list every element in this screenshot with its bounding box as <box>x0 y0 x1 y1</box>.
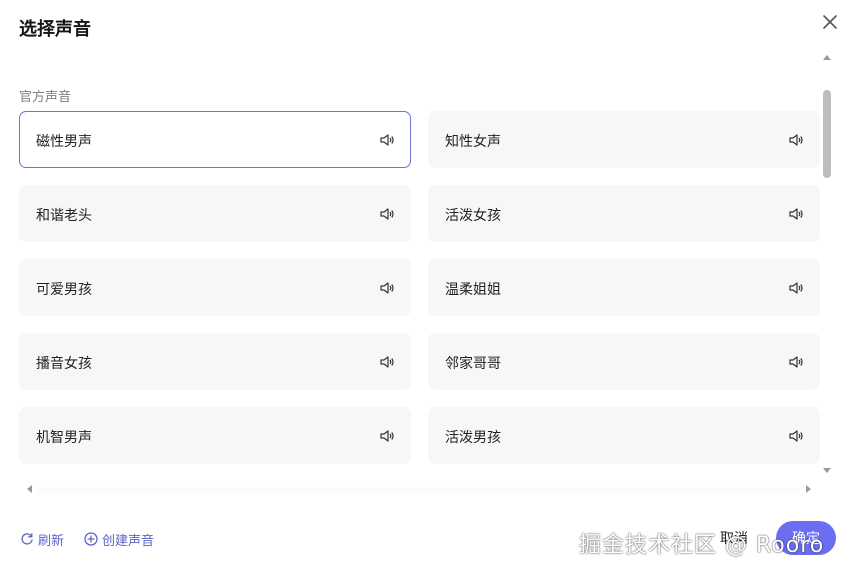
voice-card-8[interactable]: 机智男声 <box>19 407 411 464</box>
voice-card-5[interactable]: 温柔姐姐 <box>428 259 820 316</box>
voice-label: 可爱男孩 <box>36 282 92 298</box>
dialog-title: 选择声音 <box>19 19 91 40</box>
voice-label: 机智男声 <box>36 430 92 446</box>
voice-label: 温柔姐姐 <box>445 282 501 298</box>
horizontal-scrollbar-track[interactable] <box>38 487 800 493</box>
scroll-down-arrow-icon[interactable] <box>822 465 832 475</box>
cancel-button[interactable]: 取消 <box>708 522 760 554</box>
create-voice-label: 创建声音 <box>102 533 155 549</box>
voice-card-1[interactable]: 知性女声 <box>428 111 820 168</box>
voice-grid: 磁性男声 知性女声 和谐老头 活泼女孩 可爱男孩 温柔姐姐 播音女孩 邻家哥哥 … <box>19 111 821 468</box>
scroll-left-arrow-icon[interactable] <box>25 484 35 494</box>
speaker-icon[interactable] <box>379 428 395 444</box>
speaker-icon[interactable] <box>788 132 804 148</box>
scroll-up-arrow-icon[interactable] <box>822 53 832 63</box>
voice-label: 磁性男声 <box>36 134 92 150</box>
voice-card-0[interactable]: 磁性男声 <box>19 111 411 168</box>
refresh-icon <box>21 533 33 545</box>
vertical-scrollbar-thumb[interactable] <box>823 90 831 178</box>
speaker-icon[interactable] <box>379 354 395 370</box>
voice-label: 活泼男孩 <box>445 430 501 446</box>
speaker-icon[interactable] <box>788 280 804 296</box>
voice-card-4[interactable]: 可爱男孩 <box>19 259 411 316</box>
speaker-icon[interactable] <box>788 428 804 444</box>
voice-card-3[interactable]: 活泼女孩 <box>428 185 820 242</box>
speaker-icon[interactable] <box>379 280 395 296</box>
create-voice-button[interactable]: 创建声音 <box>84 530 155 549</box>
scroll-right-arrow-icon[interactable] <box>803 484 813 494</box>
voice-card-2[interactable]: 和谐老头 <box>19 185 411 242</box>
voice-label: 邻家哥哥 <box>445 356 501 372</box>
voice-card-9[interactable]: 活泼男孩 <box>428 407 820 464</box>
select-voice-dialog: 选择声音 官方声音 磁性男声 知性女声 和谐老头 活泼女孩 可爱男孩 温柔姐姐 <box>0 0 853 573</box>
add-circle-icon <box>84 532 98 546</box>
refresh-label: 刷新 <box>38 533 65 549</box>
voice-label: 知性女声 <box>445 134 501 150</box>
section-label-official: 官方声音 <box>19 90 72 105</box>
voice-label: 和谐老头 <box>36 208 92 224</box>
confirm-button[interactable]: 确定 <box>776 521 836 555</box>
speaker-icon[interactable] <box>379 132 395 148</box>
speaker-icon[interactable] <box>379 206 395 222</box>
voice-label: 活泼女孩 <box>445 208 501 224</box>
voice-label: 播音女孩 <box>36 356 92 372</box>
voice-card-6[interactable]: 播音女孩 <box>19 333 411 390</box>
speaker-icon[interactable] <box>788 354 804 370</box>
refresh-button[interactable]: 刷新 <box>20 530 65 549</box>
close-icon[interactable] <box>820 12 840 32</box>
speaker-icon[interactable] <box>788 206 804 222</box>
voice-card-7[interactable]: 邻家哥哥 <box>428 333 820 390</box>
